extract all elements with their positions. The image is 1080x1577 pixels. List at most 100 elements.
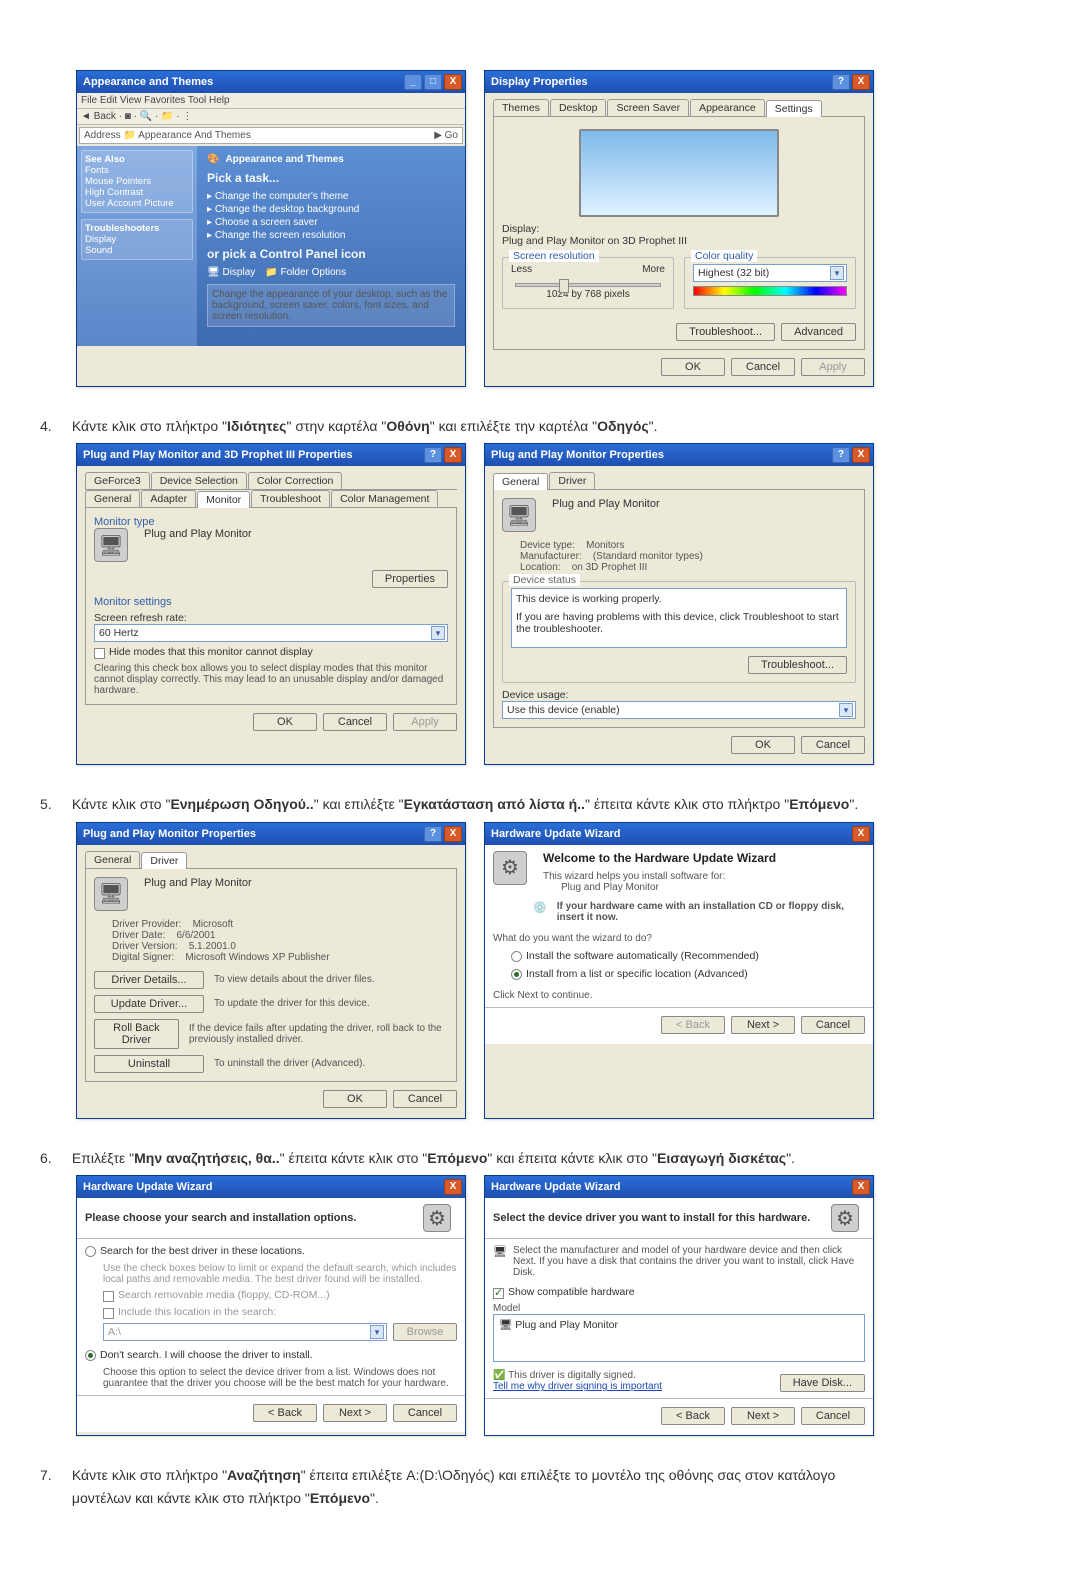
address-bar[interactable]: Address 📁 Appearance And Themes ▶ Go: [79, 127, 463, 144]
cancel-button[interactable]: Cancel: [801, 1407, 865, 1425]
tab-screensaver[interactable]: Screen Saver: [607, 99, 689, 116]
back-button[interactable]: < Back: [661, 1407, 725, 1425]
help-icon[interactable]: ?: [424, 826, 442, 842]
tab-driver[interactable]: Driver: [549, 472, 595, 489]
resolution-slider[interactable]: [515, 283, 661, 287]
driver-details-button[interactable]: Driver Details...: [94, 971, 204, 989]
tab-general[interactable]: General: [85, 851, 140, 868]
close-icon[interactable]: X: [852, 826, 870, 842]
back-button[interactable]: < Back: [661, 1016, 725, 1034]
manufacturer-label: Manufacturer:: [520, 551, 582, 562]
help-icon[interactable]: ?: [832, 74, 850, 90]
model-item[interactable]: 🖥 Plug and Play Monitor: [499, 1318, 859, 1331]
roll-back-driver-button[interactable]: Roll Back Driver: [94, 1019, 179, 1049]
uninstall-button[interactable]: Uninstall: [94, 1055, 204, 1073]
apply-button[interactable]: Apply: [393, 713, 457, 731]
next-button[interactable]: Next >: [323, 1404, 387, 1422]
tab-adapter[interactable]: Adapter: [141, 490, 196, 507]
ok-button[interactable]: OK: [253, 713, 317, 731]
control-panel-icon-folder[interactable]: 📁 Folder Options: [265, 267, 346, 278]
properties-button[interactable]: Properties: [372, 570, 448, 588]
task-link[interactable]: ▸ Change the computer's theme: [207, 191, 455, 202]
tab-monitor[interactable]: Monitor: [197, 491, 250, 508]
color-quality-select[interactable]: Highest (32 bit) ▾: [693, 264, 847, 282]
cancel-button[interactable]: Cancel: [731, 358, 795, 376]
chk-search-media: Search removable media (floppy, CD-ROM..…: [103, 1289, 457, 1302]
task-link[interactable]: ▸ Choose a screen saver: [207, 217, 455, 228]
cancel-button[interactable]: Cancel: [393, 1404, 457, 1422]
tab-troubleshoot[interactable]: Troubleshoot: [251, 490, 330, 507]
wizard-icon: ⚙: [831, 1204, 859, 1232]
sidebar-item[interactable]: Sound: [85, 245, 189, 256]
sidebar-item[interactable]: Fonts: [85, 165, 189, 176]
driver-version-value: 5.1.2001.0: [189, 941, 236, 952]
monitor-settings-heading: Monitor settings: [94, 596, 448, 608]
sidebar-item[interactable]: Mouse Pointers: [85, 176, 189, 187]
troubleshoot-button[interactable]: Troubleshoot...: [676, 323, 775, 341]
next-button[interactable]: Next >: [731, 1407, 795, 1425]
close-icon[interactable]: X: [852, 1179, 870, 1195]
task-link[interactable]: ▸ Change the screen resolution: [207, 230, 455, 241]
window-title: Plug and Play Monitor and 3D Prophet III…: [83, 449, 353, 461]
ok-button[interactable]: OK: [323, 1090, 387, 1108]
cancel-button[interactable]: Cancel: [323, 713, 387, 731]
minimize-icon[interactable]: _: [404, 74, 422, 90]
close-icon[interactable]: X: [852, 447, 870, 463]
tab-geforce[interactable]: GeForce3: [85, 472, 150, 489]
update-driver-button[interactable]: Update Driver...: [94, 995, 204, 1013]
hardware-update-wizard-select-device: Hardware Update Wizard X Select the devi…: [484, 1175, 874, 1436]
nav-toolbar[interactable]: ◄ Back · ◙ · 🔍 · 📁 · ⋮: [77, 109, 465, 125]
help-icon[interactable]: ?: [424, 447, 442, 463]
tab-appearance[interactable]: Appearance: [690, 99, 765, 116]
menu-bar[interactable]: File Edit View Favorites Tool Help: [77, 93, 465, 109]
ok-button[interactable]: OK: [731, 736, 795, 754]
hide-modes-checkbox[interactable]: Hide modes that this monitor cannot disp…: [94, 646, 448, 659]
sidebar-item[interactable]: Display: [85, 234, 189, 245]
signing-info-link[interactable]: Tell me why driver signing is important: [493, 1381, 662, 1392]
task-link[interactable]: ▸ Change the desktop background: [207, 204, 455, 215]
control-panel-icon-display[interactable]: 🖥 Display: [207, 267, 255, 278]
radio-search-best[interactable]: Search for the best driver in these loca…: [85, 1245, 457, 1257]
tab-settings[interactable]: Settings: [766, 100, 822, 117]
tab-color-management[interactable]: Color Management: [331, 490, 438, 507]
next-button[interactable]: Next >: [731, 1016, 795, 1034]
tab-device-selection[interactable]: Device Selection: [151, 472, 247, 489]
cancel-button[interactable]: Cancel: [801, 1016, 865, 1034]
radio-install-auto[interactable]: Install the software automatically (Reco…: [511, 950, 865, 962]
tab-themes[interactable]: Themes: [493, 99, 549, 116]
chk-include-location: Include this location in the search:: [103, 1306, 457, 1319]
model-list[interactable]: 🖥 Plug and Play Monitor: [493, 1314, 865, 1362]
refresh-rate-select[interactable]: 60 Hertz ▾: [94, 624, 448, 642]
close-icon[interactable]: X: [444, 74, 462, 90]
address-value: Appearance And Themes: [138, 130, 251, 141]
troubleshoot-button[interactable]: Troubleshoot...: [748, 656, 847, 674]
tab-color-correction[interactable]: Color Correction: [248, 472, 342, 489]
tab-desktop[interactable]: Desktop: [550, 99, 607, 116]
close-icon[interactable]: X: [444, 826, 462, 842]
ok-button[interactable]: OK: [661, 358, 725, 376]
apply-button[interactable]: Apply: [801, 358, 865, 376]
cancel-button[interactable]: Cancel: [801, 736, 865, 754]
device-usage-select[interactable]: Use this device (enable) ▾: [502, 701, 856, 719]
close-icon[interactable]: X: [444, 1179, 462, 1195]
sidebar-item[interactable]: High Contrast: [85, 187, 189, 198]
cancel-button[interactable]: Cancel: [393, 1090, 457, 1108]
back-button[interactable]: ◄ Back: [81, 111, 116, 122]
maximize-icon[interactable]: □: [424, 74, 442, 90]
tab-general[interactable]: General: [85, 490, 140, 507]
go-button[interactable]: ▶ Go: [434, 130, 458, 141]
radio-install-from-list[interactable]: Install from a list or specific location…: [511, 968, 865, 980]
back-button[interactable]: < Back: [253, 1404, 317, 1422]
driver-provider-value: Microsoft: [193, 919, 234, 930]
tab-driver[interactable]: Driver: [141, 852, 187, 869]
monitor-icon: 🖥: [502, 498, 536, 532]
close-icon[interactable]: X: [444, 447, 462, 463]
sidebar-item[interactable]: User Account Picture: [85, 198, 189, 209]
tab-general[interactable]: General: [493, 473, 548, 490]
help-icon[interactable]: ?: [832, 447, 850, 463]
chk-show-compatible[interactable]: Show compatible hardware: [493, 1286, 865, 1299]
advanced-button[interactable]: Advanced: [781, 323, 856, 341]
radio-dont-search[interactable]: Don't search. I will choose the driver t…: [85, 1349, 457, 1361]
close-icon[interactable]: X: [852, 74, 870, 90]
have-disk-button[interactable]: Have Disk...: [780, 1374, 865, 1392]
